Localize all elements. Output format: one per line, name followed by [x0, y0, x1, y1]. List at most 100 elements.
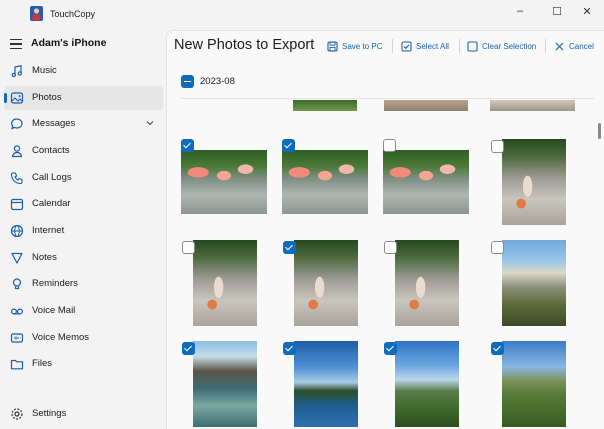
photo-thumbnail[interactable] — [502, 341, 566, 427]
sidebar-item-voice-memos[interactable]: Voice Memos — [4, 326, 163, 350]
group-select-checkbox[interactable] — [181, 75, 194, 88]
messages-icon — [10, 118, 23, 130]
photo-checkbox[interactable] — [282, 139, 295, 152]
close-icon — [555, 42, 564, 50]
photo-thumbnail[interactable] — [383, 150, 469, 214]
group-date-label: 2023-08 — [200, 76, 235, 87]
photo-cell[interactable] — [383, 341, 483, 429]
photo-cell[interactable] — [282, 341, 382, 429]
photo-thumbnail[interactable] — [294, 341, 358, 427]
save-to-pc-label: Save to PC — [342, 41, 383, 51]
voice-memos-icon — [10, 333, 24, 343]
toolbar-divider — [392, 39, 393, 53]
sidebar-item-music[interactable]: Music — [4, 59, 163, 83]
sidebar-item-voice-mail[interactable]: Voice Mail — [4, 299, 163, 323]
main-panel: New Photos to Export Save to PC Select A… — [166, 30, 604, 429]
photo-checkbox[interactable] — [491, 140, 504, 153]
photo-cell[interactable] — [490, 139, 590, 229]
group-divider — [181, 98, 594, 99]
sidebar-item-call-logs[interactable]: Call Logs — [4, 166, 163, 190]
clear-selection-button[interactable]: Clear Selection — [467, 37, 536, 55]
photo-checkbox[interactable] — [182, 241, 195, 254]
photo-cell[interactable] — [181, 240, 281, 330]
photo-thumbnail[interactable] — [181, 150, 267, 214]
photo-cell[interactable] — [383, 240, 483, 330]
photo-checkbox[interactable] — [182, 342, 195, 355]
photo-cell[interactable] — [282, 240, 382, 330]
toolbar-divider — [545, 39, 546, 53]
chevron-down-icon[interactable] — [145, 118, 155, 128]
maximize-button[interactable]: ☐ — [540, 0, 574, 22]
photo-checkbox[interactable] — [181, 139, 194, 152]
voicemail-icon — [10, 308, 24, 315]
cancel-label: Cancel — [569, 41, 594, 51]
select-all-label: Select All — [416, 41, 449, 51]
close-window-button[interactable]: ✕ — [570, 0, 604, 22]
clear-selection-label: Clear Selection — [482, 41, 537, 51]
sidebar-item-label: Call Logs — [32, 172, 72, 183]
minimize-button[interactable]: – — [503, 0, 537, 22]
photo-cell[interactable] — [490, 341, 590, 429]
title-bar: TouchCopy – ☐ ✕ — [0, 0, 604, 30]
sidebar-item-label: Reminders — [32, 278, 78, 289]
calendar-icon — [10, 198, 24, 211]
photo-checkbox[interactable] — [491, 342, 504, 355]
photo-checkbox[interactable] — [384, 241, 397, 254]
vertical-scrollbar[interactable] — [598, 123, 601, 139]
folder-icon — [10, 359, 24, 370]
sidebar-item-calendar[interactable]: Calendar — [4, 192, 163, 216]
sidebar-item-contacts[interactable]: Contacts — [4, 139, 163, 163]
phone-icon — [10, 172, 23, 185]
sidebar-item-label: Voice Mail — [32, 305, 76, 316]
photo-thumbnail[interactable] — [502, 139, 566, 225]
photo-thumbnail[interactable] — [294, 240, 358, 326]
photos-icon — [10, 92, 24, 104]
close-icon: ✕ — [582, 5, 592, 18]
photo-cell[interactable] — [490, 240, 590, 330]
photo-thumbnail[interactable] — [395, 341, 459, 427]
contacts-icon — [11, 145, 23, 158]
device-name: Adam's iPhone — [31, 37, 107, 49]
photo-checkbox[interactable] — [383, 139, 396, 152]
photo-thumbnail[interactable] — [193, 240, 257, 326]
photo-thumbnail[interactable] — [293, 100, 357, 111]
sidebar-item-label: Messages — [32, 118, 76, 129]
sidebar-item-label: Files — [32, 358, 53, 369]
photo-cell[interactable] — [181, 139, 281, 229]
date-group-header[interactable]: 2023-08 — [181, 75, 235, 88]
photo-thumbnail[interactable] — [384, 100, 468, 111]
sidebar-item-photos[interactable]: Photos — [4, 86, 163, 110]
page-title: New Photos to Export — [174, 37, 315, 53]
sidebar-item-label: Notes — [32, 252, 57, 263]
minimize-icon: – — [516, 5, 524, 17]
photo-thumbnail[interactable] — [502, 240, 566, 326]
save-to-pc-button[interactable]: Save to PC — [327, 37, 382, 55]
sidebar-item-files[interactable]: Files — [4, 352, 163, 376]
photo-cell[interactable] — [282, 139, 382, 229]
photo-cell[interactable] — [181, 341, 281, 429]
sidebar-item-label: Voice Memos — [32, 332, 90, 343]
sidebar-item-messages[interactable]: Messages — [4, 112, 163, 136]
photo-thumbnail[interactable] — [490, 100, 575, 111]
maximize-icon: ☐ — [552, 5, 562, 18]
settings-label: Settings — [32, 408, 67, 419]
photo-thumbnail[interactable] — [282, 150, 368, 214]
photo-cell[interactable] — [383, 139, 483, 229]
photo-checkbox[interactable] — [283, 241, 296, 254]
sidebar-item-internet[interactable]: Internet — [4, 219, 163, 243]
photo-checkbox[interactable] — [491, 241, 504, 254]
gear-icon — [11, 408, 23, 420]
sidebar-item-reminders[interactable]: Reminders — [4, 272, 163, 296]
sidebar-item-notes[interactable]: Notes — [4, 246, 163, 270]
cancel-button[interactable]: Cancel — [554, 37, 594, 55]
sidebar-item-label: Music — [32, 65, 57, 76]
photo-checkbox[interactable] — [384, 342, 397, 355]
photo-thumbnail[interactable] — [193, 341, 257, 427]
hamburger-menu-icon[interactable] — [10, 39, 22, 49]
photo-thumbnail[interactable] — [395, 240, 459, 326]
sidebar-item-settings[interactable]: Settings — [4, 402, 163, 426]
photo-checkbox[interactable] — [283, 342, 296, 355]
select-all-button[interactable]: Select All — [401, 37, 449, 55]
checkbox-empty-icon — [467, 40, 478, 52]
reminders-icon — [12, 278, 22, 290]
